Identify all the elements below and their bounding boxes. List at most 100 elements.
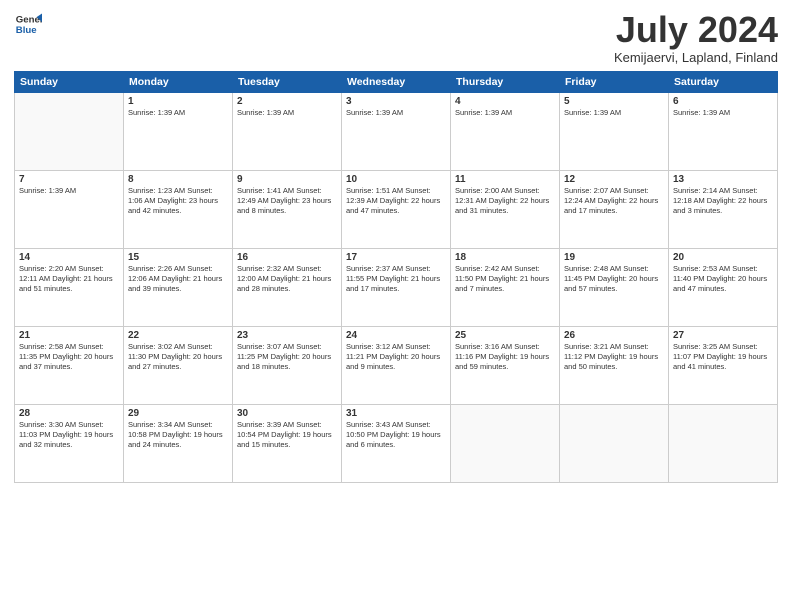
day-number: 24 <box>346 330 446 341</box>
day-info: Sunrise: 1:51 AM Sunset: 12:39 AM Daylig… <box>346 186 446 216</box>
day-number: 8 <box>128 174 228 185</box>
table-row <box>451 404 560 482</box>
header-tuesday: Tuesday <box>233 71 342 92</box>
day-info: Sunrise: 1:41 AM Sunset: 12:49 AM Daylig… <box>237 186 337 216</box>
day-number: 25 <box>455 330 555 341</box>
day-info: Sunrise: 2:07 AM Sunset: 12:24 AM Daylig… <box>564 186 664 216</box>
table-row: 30Sunrise: 3:39 AM Sunset: 10:54 PM Dayl… <box>233 404 342 482</box>
day-number: 31 <box>346 408 446 419</box>
day-info: Sunrise: 3:30 AM Sunset: 11:03 PM Daylig… <box>19 420 119 450</box>
header-monday: Monday <box>124 71 233 92</box>
day-info: Sunrise: 2:37 AM Sunset: 11:55 PM Daylig… <box>346 264 446 294</box>
day-info: Sunrise: 1:39 AM <box>673 108 773 118</box>
day-number: 22 <box>128 330 228 341</box>
svg-text:Blue: Blue <box>16 25 37 36</box>
header-sunday: Sunday <box>15 71 124 92</box>
day-info: Sunrise: 3:43 AM Sunset: 10:50 PM Daylig… <box>346 420 446 450</box>
table-row <box>669 404 778 482</box>
day-number: 4 <box>455 96 555 107</box>
table-row: 23Sunrise: 3:07 AM Sunset: 11:25 PM Dayl… <box>233 326 342 404</box>
table-row: 3Sunrise: 1:39 AM <box>342 92 451 170</box>
day-number: 6 <box>673 96 773 107</box>
table-row: 16Sunrise: 2:32 AM Sunset: 12:00 AM Dayl… <box>233 248 342 326</box>
day-info: Sunrise: 3:16 AM Sunset: 11:16 PM Daylig… <box>455 342 555 372</box>
day-number: 26 <box>564 330 664 341</box>
table-row: 26Sunrise: 3:21 AM Sunset: 11:12 PM Dayl… <box>560 326 669 404</box>
day-number: 12 <box>564 174 664 185</box>
table-row: 12Sunrise: 2:07 AM Sunset: 12:24 AM Dayl… <box>560 170 669 248</box>
calendar-table: Sunday Monday Tuesday Wednesday Thursday… <box>14 71 778 483</box>
logo: General Blue <box>14 10 42 38</box>
logo-icon: General Blue <box>14 10 42 38</box>
table-row: 17Sunrise: 2:37 AM Sunset: 11:55 PM Dayl… <box>342 248 451 326</box>
day-number: 15 <box>128 252 228 263</box>
calendar-week-row: 28Sunrise: 3:30 AM Sunset: 11:03 PM Dayl… <box>15 404 778 482</box>
table-row: 31Sunrise: 3:43 AM Sunset: 10:50 PM Dayl… <box>342 404 451 482</box>
day-info: Sunrise: 3:07 AM Sunset: 11:25 PM Daylig… <box>237 342 337 372</box>
table-row: 22Sunrise: 3:02 AM Sunset: 11:30 PM Dayl… <box>124 326 233 404</box>
day-info: Sunrise: 1:39 AM <box>564 108 664 118</box>
table-row: 18Sunrise: 2:42 AM Sunset: 11:50 PM Dayl… <box>451 248 560 326</box>
day-number: 14 <box>19 252 119 263</box>
table-row: 4Sunrise: 1:39 AM <box>451 92 560 170</box>
table-row: 7Sunrise: 1:39 AM <box>15 170 124 248</box>
header-wednesday: Wednesday <box>342 71 451 92</box>
day-number: 29 <box>128 408 228 419</box>
day-number: 2 <box>237 96 337 107</box>
day-number: 13 <box>673 174 773 185</box>
day-info: Sunrise: 2:20 AM Sunset: 12:11 AM Daylig… <box>19 264 119 294</box>
table-row: 19Sunrise: 2:48 AM Sunset: 11:45 PM Dayl… <box>560 248 669 326</box>
table-row: 14Sunrise: 2:20 AM Sunset: 12:11 AM Dayl… <box>15 248 124 326</box>
day-info: Sunrise: 1:39 AM <box>237 108 337 118</box>
table-row: 24Sunrise: 3:12 AM Sunset: 11:21 PM Dayl… <box>342 326 451 404</box>
table-row: 29Sunrise: 3:34 AM Sunset: 10:58 PM Dayl… <box>124 404 233 482</box>
table-row: 2Sunrise: 1:39 AM <box>233 92 342 170</box>
day-number: 21 <box>19 330 119 341</box>
day-number: 7 <box>19 174 119 185</box>
table-row: 10Sunrise: 1:51 AM Sunset: 12:39 AM Dayl… <box>342 170 451 248</box>
table-row: 11Sunrise: 2:00 AM Sunset: 12:31 AM Dayl… <box>451 170 560 248</box>
calendar-week-row: 14Sunrise: 2:20 AM Sunset: 12:11 AM Dayl… <box>15 248 778 326</box>
table-row: 28Sunrise: 3:30 AM Sunset: 11:03 PM Dayl… <box>15 404 124 482</box>
header-friday: Friday <box>560 71 669 92</box>
day-info: Sunrise: 2:32 AM Sunset: 12:00 AM Daylig… <box>237 264 337 294</box>
table-row: 1Sunrise: 1:39 AM <box>124 92 233 170</box>
table-row: 25Sunrise: 3:16 AM Sunset: 11:16 PM Dayl… <box>451 326 560 404</box>
svg-text:General: General <box>16 14 42 25</box>
day-info: Sunrise: 3:12 AM Sunset: 11:21 PM Daylig… <box>346 342 446 372</box>
day-number: 30 <box>237 408 337 419</box>
table-row: 15Sunrise: 2:26 AM Sunset: 12:06 AM Dayl… <box>124 248 233 326</box>
day-info: Sunrise: 1:39 AM <box>19 186 119 196</box>
table-row: 8Sunrise: 1:23 AM Sunset: 1:06 AM Daylig… <box>124 170 233 248</box>
day-number: 5 <box>564 96 664 107</box>
title-block: July 2024 Kemijaervi, Lapland, Finland <box>614 10 778 65</box>
day-info: Sunrise: 2:53 AM Sunset: 11:40 PM Daylig… <box>673 264 773 294</box>
day-info: Sunrise: 1:39 AM <box>346 108 446 118</box>
day-info: Sunrise: 2:26 AM Sunset: 12:06 AM Daylig… <box>128 264 228 294</box>
day-number: 23 <box>237 330 337 341</box>
header-thursday: Thursday <box>451 71 560 92</box>
day-info: Sunrise: 1:39 AM <box>128 108 228 118</box>
day-info: Sunrise: 2:42 AM Sunset: 11:50 PM Daylig… <box>455 264 555 294</box>
calendar-week-row: 21Sunrise: 2:58 AM Sunset: 11:35 PM Dayl… <box>15 326 778 404</box>
table-row: 9Sunrise: 1:41 AM Sunset: 12:49 AM Dayli… <box>233 170 342 248</box>
day-info: Sunrise: 3:39 AM Sunset: 10:54 PM Daylig… <box>237 420 337 450</box>
day-info: Sunrise: 3:25 AM Sunset: 11:07 PM Daylig… <box>673 342 773 372</box>
table-row: 5Sunrise: 1:39 AM <box>560 92 669 170</box>
day-number: 1 <box>128 96 228 107</box>
table-row: 6Sunrise: 1:39 AM <box>669 92 778 170</box>
table-row <box>15 92 124 170</box>
day-number: 28 <box>19 408 119 419</box>
calendar-page: General Blue July 2024 Kemijaervi, Lapla… <box>0 0 792 612</box>
table-row: 13Sunrise: 2:14 AM Sunset: 12:18 AM Dayl… <box>669 170 778 248</box>
table-row: 21Sunrise: 2:58 AM Sunset: 11:35 PM Dayl… <box>15 326 124 404</box>
table-row: 27Sunrise: 3:25 AM Sunset: 11:07 PM Dayl… <box>669 326 778 404</box>
table-row <box>560 404 669 482</box>
day-info: Sunrise: 1:39 AM <box>455 108 555 118</box>
day-info: Sunrise: 2:58 AM Sunset: 11:35 PM Daylig… <box>19 342 119 372</box>
day-info: Sunrise: 1:23 AM Sunset: 1:06 AM Dayligh… <box>128 186 228 216</box>
header-saturday: Saturday <box>669 71 778 92</box>
calendar-week-row: 7Sunrise: 1:39 AM8Sunrise: 1:23 AM Sunse… <box>15 170 778 248</box>
day-number: 27 <box>673 330 773 341</box>
header: General Blue July 2024 Kemijaervi, Lapla… <box>14 10 778 65</box>
